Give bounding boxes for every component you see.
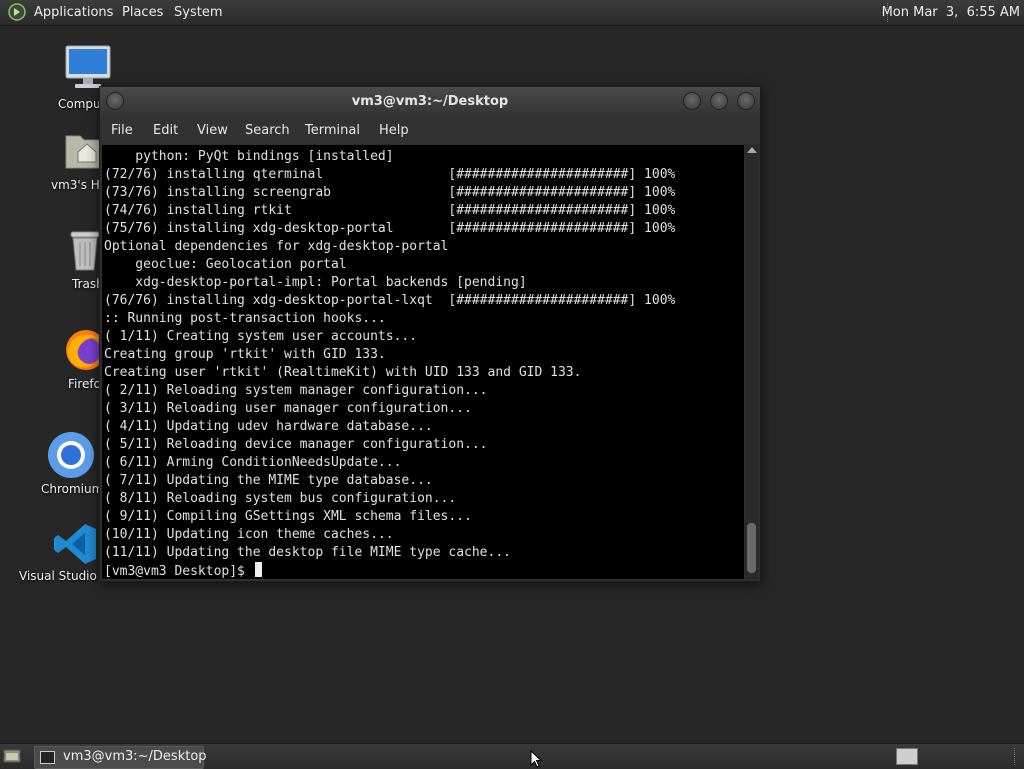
clock[interactable]: Mon Mar 3, 6:55 AM	[882, 4, 1020, 21]
terminal-line: ( 9/11) Compiling GSettings XML schema f…	[104, 509, 472, 524]
menu-file[interactable]: File	[111, 123, 133, 138]
mouse-pointer-icon	[530, 750, 542, 768]
terminal-line: :: Running post-transaction hooks...	[104, 311, 386, 326]
taskbar-terminal-button[interactable]: vm3@vm3:~/Desktop	[34, 746, 207, 769]
show-desktop-icon[interactable]	[3, 748, 21, 764]
terminal-line: Optional dependencies for xdg-desktop-po…	[104, 239, 449, 254]
window-title: vm3@vm3:~/Desktop	[351, 94, 509, 109]
desktop-icon-label: Compu	[58, 97, 101, 111]
menu-edit[interactable]: Edit	[153, 123, 178, 138]
terminal-line: (75/76) installing xdg-desktop-portal [#…	[104, 221, 676, 236]
window-titlebar[interactable]: vm3@vm3:~/Desktop	[100, 87, 760, 117]
terminal-line: Creating user 'rtkit' (RealtimeKit) with…	[104, 365, 582, 380]
terminal-line: (76/76) installing xdg-desktop-portal-lx…	[104, 293, 676, 308]
menu-search[interactable]: Search	[245, 123, 290, 138]
terminal-line: python: PyQt bindings [installed]	[104, 149, 394, 164]
terminal-scrollbar[interactable]	[745, 145, 758, 579]
desktop-icon-chromium[interactable]: Chromium	[41, 430, 104, 500]
taskbar-window-label: vm3@vm3:~/Desktop	[63, 749, 207, 764]
close-button[interactable]	[737, 92, 755, 110]
text-cursor	[254, 562, 262, 577]
terminal-line: (73/76) installing screengrab [#########…	[104, 185, 676, 200]
terminal-window[interactable]: vm3@vm3:~/Desktop File Edit View Search …	[99, 86, 761, 582]
top-panel: Applications Places System Mon Mar 3, 6:…	[0, 0, 1024, 26]
distro-logo-icon[interactable]	[8, 3, 26, 21]
chromium-icon	[48, 432, 94, 478]
terminal-line: ( 5/11) Reloading device manager configu…	[104, 437, 488, 452]
terminal-prompt: [vm3@vm3 Desktop]$	[104, 564, 253, 579]
system-menu[interactable]: System	[174, 4, 222, 21]
terminal-line: Creating group 'rtkit' with GID 133.	[104, 347, 386, 362]
workspace-switcher[interactable]	[896, 748, 918, 765]
terminal-line: ( 1/11) Creating system user accounts...	[104, 329, 418, 344]
menu-view[interactable]: View	[197, 123, 228, 138]
terminal-line: xdg-desktop-portal-impl: Portal backends…	[104, 275, 527, 290]
vscode-icon	[54, 524, 96, 564]
menu-help[interactable]: Help	[379, 123, 409, 138]
terminal-line: ( 8/11) Reloading system bus configurati…	[104, 491, 457, 506]
trash-icon	[70, 231, 100, 271]
desktop-icon-label: Firefo	[68, 377, 101, 391]
terminal-line: (72/76) installing qterminal [##########…	[104, 167, 676, 182]
terminal-line: (74/76) installing rtkit [##############…	[104, 203, 676, 218]
terminal-output[interactable]: python: PyQt bindings [installed] (72/76)…	[102, 145, 744, 579]
desktop-icon-label: Chromium	[41, 482, 104, 496]
terminal-line: ( 3/11) Reloading user manager configura…	[104, 401, 472, 416]
panel-separator	[1014, 748, 1015, 765]
terminal-line: (11/11) Updating the desktop file MIME t…	[104, 545, 511, 560]
desktop-icon-firefox[interactable]: Firefo	[62, 328, 106, 398]
terminal-line: ( 7/11) Updating the MIME type database.…	[104, 473, 433, 488]
computer-icon	[65, 45, 111, 88]
terminal-prompt-line: [vm3@vm3 Desktop]$	[104, 562, 675, 579]
terminal-line: geoclue: Geolocation portal	[104, 257, 347, 272]
terminal-line: ( 6/11) Arming ConditionNeedsUpdate...	[104, 455, 402, 470]
applications-menu[interactable]: Applications	[34, 4, 113, 21]
terminal-icon	[40, 751, 55, 764]
bottom-panel: vm3@vm3:~/Desktop	[0, 743, 1024, 769]
menu-terminal[interactable]: Terminal	[305, 123, 360, 138]
terminal-line: ( 4/11) Updating udev hardware database.…	[104, 419, 433, 434]
terminal-line: ( 2/11) Reloading system manager configu…	[104, 383, 488, 398]
minimize-button[interactable]	[683, 92, 701, 110]
scroll-up-arrow-icon[interactable]	[747, 147, 757, 153]
desktop-icon-vscode[interactable]: Visual Studio Code	[18, 522, 131, 592]
terminal-text: python: PyQt bindings [installed] (72/76)…	[104, 148, 675, 579]
desktop-icon-label: vm3's H	[51, 178, 100, 192]
maximize-button[interactable]	[710, 92, 728, 110]
places-menu[interactable]: Places	[122, 4, 163, 21]
terminal-line: (10/11) Updating icon theme caches...	[104, 527, 394, 542]
desktop-icon-trash[interactable]: Trash	[62, 228, 104, 298]
terminal-menubar: File Edit View Search Terminal Help	[100, 117, 760, 144]
scrollbar-thumb[interactable]	[747, 523, 756, 573]
